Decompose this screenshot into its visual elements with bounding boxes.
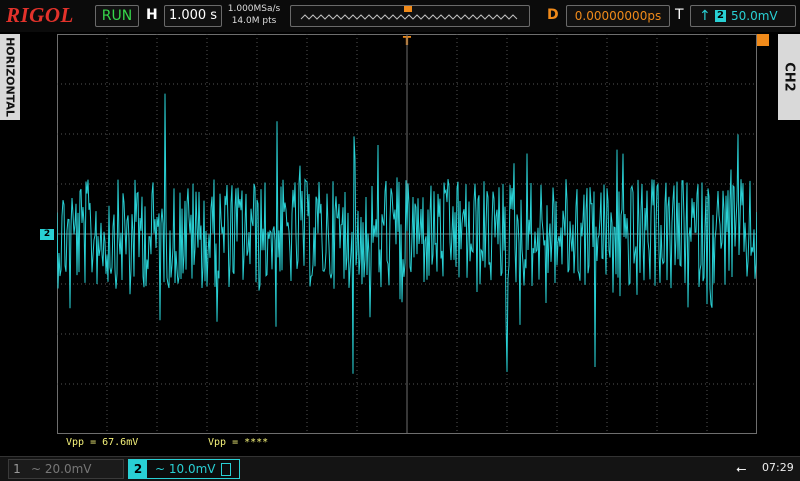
ch1-scale-tag[interactable]: 1 ~ 20.0mV — [8, 459, 124, 479]
brand-logo: RIGOL — [6, 3, 74, 27]
ch2-scale-tag[interactable]: 2 ~ 10.0mV — [128, 459, 240, 479]
horizontal-tab-label: HORIZONTAL — [3, 37, 17, 117]
ch2-menu-tab[interactable]: CH2 — [778, 34, 800, 120]
bottom-status-bar: 1 ~ 20.0mV 2 ~ 10.0mV ⭠ 07:29 — [0, 456, 800, 481]
memory-depth: 14.0M pts — [231, 16, 277, 26]
delay-label: D — [547, 7, 559, 23]
trigger-settings[interactable]: ↑ 2 50.0mV — [690, 5, 796, 27]
ch2-offset-marker[interactable]: 2 — [40, 229, 54, 240]
ch1-scale: ~ 20.0mV — [31, 462, 92, 476]
horizontal-menu-tab[interactable]: HORIZONTAL — [0, 34, 20, 120]
delay-value[interactable]: 0.00000000ps — [566, 5, 670, 27]
trigger-level: 50.0mV — [731, 9, 778, 23]
measurement-vpp-ch2: Vpp = 67.6mV — [66, 437, 139, 448]
usb-icon: ⭠ — [736, 462, 747, 477]
graticule — [57, 34, 757, 434]
system-clock: 07:29 — [762, 461, 794, 474]
memory-overview-bar[interactable] — [290, 5, 530, 27]
trigger-label: T — [675, 7, 684, 23]
ch2-tab-label: CH2 — [781, 62, 797, 92]
trigger-level-marker[interactable] — [757, 34, 769, 46]
acquisition-info: 1.000MSa/s 14.0M pts — [224, 3, 284, 27]
trigger-position-icon — [404, 6, 412, 12]
timebase-value[interactable]: 1.000 s — [164, 5, 222, 27]
top-status-bar: RIGOL RUN H 1.000 s 1.000MSa/s 14.0M pts… — [0, 0, 800, 32]
ch2-scale: ~ 10.0mV — [155, 462, 216, 476]
ch1-number: 1 — [13, 462, 21, 476]
measurement-vpp-ch1: Vpp = **** — [208, 437, 269, 448]
trigger-source-badge: 2 — [715, 10, 726, 22]
ch2-number: 2 — [129, 460, 147, 478]
memory-waveform-icon — [300, 6, 518, 20]
run-stop-status[interactable]: RUN — [95, 5, 139, 27]
horizontal-label: H — [146, 7, 158, 23]
rising-edge-icon: ↑ — [699, 8, 711, 24]
sample-rate: 1.000MSa/s — [227, 4, 281, 14]
waveform-display[interactable] — [57, 34, 757, 434]
bandwidth-limit-icon — [221, 463, 231, 476]
